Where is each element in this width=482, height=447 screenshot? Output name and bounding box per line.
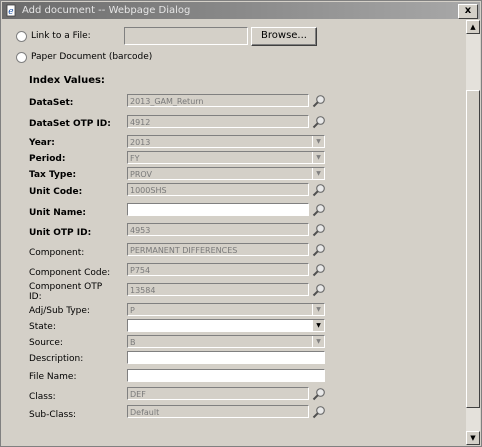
dialog-window: e Add document -- Webpage Dialog x Link …	[0, 0, 482, 447]
paper-document-radio[interactable]	[16, 52, 27, 63]
dataset-otp-lookup-icon[interactable]	[312, 115, 326, 129]
svg-text:e: e	[8, 7, 13, 17]
component-otp-field[interactable]: 13584	[127, 283, 309, 296]
close-button[interactable]: x	[458, 4, 478, 19]
dataset-otp-label: DataSet OTP ID:	[29, 119, 111, 129]
year-label: Year:	[29, 138, 55, 148]
period-value: FY	[130, 154, 140, 163]
unit-name-label: Unit Name:	[29, 208, 86, 218]
class-lookup-icon[interactable]	[312, 387, 326, 401]
unit-code-field[interactable]: 1000SHS	[127, 183, 309, 196]
year-value: 2013	[130, 138, 151, 147]
ie-page-icon: e	[6, 4, 16, 17]
component-code-lookup-icon[interactable]	[312, 263, 326, 277]
paper-document-label: Paper Document (barcode)	[31, 52, 153, 62]
period-label: Period:	[29, 154, 66, 164]
source-select[interactable]: B ▼	[127, 335, 325, 348]
link-to-file-label: Link to a File:	[31, 31, 91, 41]
description-field[interactable]	[127, 351, 325, 364]
unit-code-lookup-icon[interactable]	[312, 183, 326, 197]
class-field[interactable]: DEF	[127, 387, 309, 400]
dataset-field[interactable]: 2013_GAM_Return	[127, 94, 309, 107]
dropdown-arrow-icon[interactable]: ▼	[312, 168, 324, 179]
class-label: Class:	[29, 392, 56, 402]
component-code-label: Component Code:	[29, 268, 111, 278]
tax-type-value: PROV	[130, 170, 153, 179]
dataset-label: DataSet:	[29, 98, 74, 108]
source-value: B	[130, 338, 136, 347]
year-select[interactable]: 2013 ▼	[127, 135, 325, 148]
component-code-field[interactable]: P754	[127, 263, 309, 276]
component-lookup-icon[interactable]	[312, 243, 326, 257]
scroll-down-icon[interactable]: ▼	[466, 431, 480, 445]
unit-otp-lookup-icon[interactable]	[312, 223, 326, 237]
period-select[interactable]: FY ▼	[127, 151, 325, 164]
dataset-lookup-icon[interactable]	[312, 94, 326, 108]
dropdown-arrow-icon[interactable]: ▼	[312, 320, 324, 331]
scroll-up-icon[interactable]: ▲	[466, 20, 480, 34]
dropdown-arrow-icon[interactable]: ▼	[312, 304, 324, 315]
scroll-thumb[interactable]	[466, 90, 480, 408]
browse-button[interactable]: Browse...	[251, 27, 317, 46]
component-field[interactable]: PERMANENT DIFFERENCES	[127, 243, 309, 256]
link-to-file-radio[interactable]	[16, 31, 27, 42]
tax-type-select[interactable]: PROV ▼	[127, 167, 325, 180]
sub-class-lookup-icon[interactable]	[312, 405, 326, 419]
state-label: State:	[29, 322, 56, 332]
component-otp-label: Component OTP	[29, 282, 103, 292]
component-otp-lookup-icon[interactable]	[312, 283, 326, 297]
unit-name-lookup-icon[interactable]	[312, 203, 326, 217]
component-otp-label-cont: ID:	[29, 292, 42, 302]
component-label: Component:	[29, 248, 85, 258]
dataset-otp-field[interactable]: 4912	[127, 115, 309, 128]
window-title: Add document -- Webpage Dialog	[22, 5, 191, 16]
adj-type-value: P	[130, 306, 135, 315]
unit-name-field[interactable]	[127, 203, 309, 216]
unit-code-label: Unit Code:	[29, 187, 83, 197]
title-bar[interactable]: e Add document -- Webpage Dialog x	[2, 2, 480, 19]
dropdown-arrow-icon[interactable]: ▼	[312, 152, 324, 163]
dropdown-arrow-icon[interactable]: ▼	[312, 336, 324, 347]
file-name-label: File Name:	[29, 372, 77, 382]
state-select[interactable]: ▼	[127, 319, 325, 332]
adj-type-label: Adj/Sub Type:	[29, 306, 90, 316]
description-label: Description:	[29, 354, 84, 364]
unit-otp-field[interactable]: 4953	[127, 223, 309, 236]
source-label: Source:	[29, 338, 63, 348]
sub-class-label: Sub-Class:	[29, 410, 77, 420]
file-name-field[interactable]	[127, 369, 325, 382]
tax-type-label: Tax Type:	[29, 170, 77, 180]
unit-otp-label: Unit OTP ID:	[29, 228, 92, 238]
dropdown-arrow-icon[interactable]: ▼	[312, 136, 324, 147]
index-values-heading: Index Values:	[29, 75, 105, 86]
vertical-scrollbar[interactable]: ▲ ▼	[466, 20, 480, 445]
adj-type-select[interactable]: P ▼	[127, 303, 325, 316]
file-path-input[interactable]	[124, 27, 248, 45]
sub-class-field[interactable]: Default	[127, 405, 309, 418]
